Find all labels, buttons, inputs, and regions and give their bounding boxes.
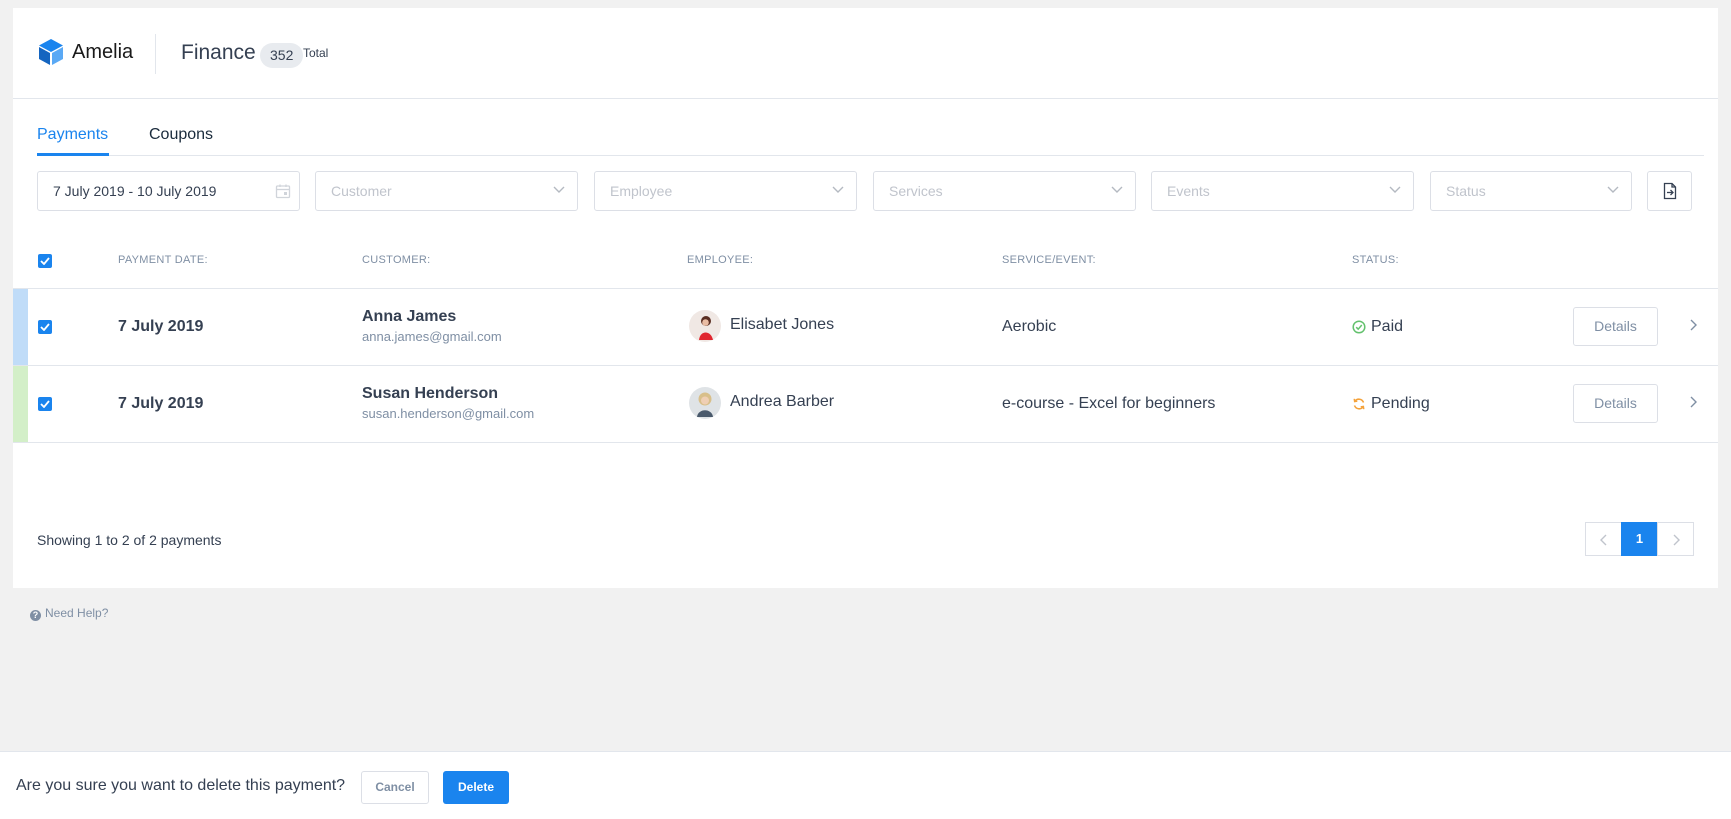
employee-select-placeholder: Employee (610, 183, 673, 199)
row-color-marker (13, 289, 28, 365)
chevron-right-icon (1673, 534, 1680, 546)
chevron-right-icon[interactable] (1689, 396, 1697, 408)
employee-name: Elisabet Jones (730, 316, 835, 333)
chevron-left-icon (1600, 534, 1607, 546)
amelia-logo-icon (39, 39, 63, 65)
employee-select[interactable]: Employee (594, 171, 857, 211)
export-file-icon (1663, 182, 1677, 200)
checkmark-icon (40, 400, 50, 408)
status-label: Pending (1371, 395, 1430, 412)
table-row[interactable]: 7 July 2019 Susan Henderson susan.hender… (13, 365, 1718, 442)
status-label: Paid (1371, 318, 1404, 335)
page-button-current[interactable]: 1 (1621, 522, 1658, 556)
column-header-service-event[interactable]: SERVICE/EVENT: (1002, 254, 1096, 266)
events-select[interactable]: Events (1151, 171, 1414, 211)
services-select[interactable]: Services (873, 171, 1136, 211)
active-tab-underline (37, 153, 109, 156)
delete-confirmation-bar: Are you sure you want to delete this pay… (0, 751, 1731, 819)
date-range-picker[interactable]: 7 July 2019 - 10 July 2019 (37, 171, 300, 211)
column-header-status[interactable]: STATUS: (1352, 254, 1399, 266)
status-select[interactable]: Status (1430, 171, 1632, 211)
status-select-placeholder: Status (1446, 183, 1486, 199)
total-count-label: Total (303, 46, 329, 60)
customer-select-placeholder: Customer (331, 183, 392, 199)
service-name: e-course - Excel for beginners (1002, 395, 1216, 412)
need-help-label: Need Help? (45, 606, 109, 620)
pending-sync-icon (1353, 398, 1365, 410)
payment-date: 7 July 2019 (118, 318, 204, 335)
table-row[interactable]: 7 July 2019 Anna James anna.james@gmail.… (13, 288, 1718, 365)
tab-coupons[interactable]: Coupons (149, 126, 213, 144)
column-header-employee[interactable]: EMPLOYEE: (687, 254, 753, 266)
page-header: Amelia Finance 352 Total (13, 8, 1718, 99)
employee-avatar (689, 387, 721, 419)
row-checkbox[interactable] (38, 320, 52, 334)
details-button[interactable]: Details (1573, 384, 1658, 423)
checkmark-icon (40, 323, 50, 331)
customer-email: anna.james@gmail.com (362, 329, 502, 344)
events-select-placeholder: Events (1167, 183, 1210, 199)
chevron-down-icon (1111, 186, 1123, 193)
page-title: Finance (181, 41, 256, 64)
row-color-marker (13, 366, 28, 442)
select-all-checkbox[interactable] (38, 254, 52, 268)
chevron-down-icon (1389, 186, 1401, 193)
paid-check-icon (1352, 320, 1366, 334)
date-range-value: 7 July 2019 - 10 July 2019 (53, 183, 217, 199)
question-circle-icon: ? (30, 610, 41, 621)
finance-panel: Amelia Finance 352 Total Payments Coupon… (13, 8, 1718, 588)
delete-button[interactable]: Delete (443, 771, 509, 804)
employee-name: Andrea Barber (730, 393, 835, 410)
confirm-message: Are you sure you want to delete this pay… (16, 777, 346, 794)
checkmark-icon (40, 257, 50, 265)
pagination-summary: Showing 1 to 2 of 2 payments (37, 532, 222, 548)
tab-payments[interactable]: Payments (37, 126, 108, 144)
chevron-down-icon (832, 186, 844, 193)
employee-avatar (689, 310, 721, 342)
chevron-right-icon[interactable] (1689, 319, 1697, 331)
tab-bar: Payments Coupons (37, 112, 1704, 156)
chevron-down-icon (553, 186, 565, 193)
customer-name: Anna James (362, 308, 457, 325)
column-header-customer[interactable]: CUSTOMER: (362, 254, 431, 266)
column-header-payment-date[interactable]: PAYMENT DATE: (118, 254, 208, 266)
customer-name: Susan Henderson (362, 385, 499, 402)
customer-select[interactable]: Customer (315, 171, 578, 211)
next-page-button[interactable] (1657, 522, 1694, 556)
cancel-button[interactable]: Cancel (361, 771, 429, 804)
header-divider (155, 34, 156, 74)
calendar-icon (275, 184, 291, 199)
table-bottom-border (13, 442, 1718, 443)
payment-date: 7 July 2019 (118, 395, 204, 412)
service-name: Aerobic (1002, 318, 1057, 335)
logo-text: Amelia (72, 41, 134, 63)
total-count-badge: 352 (260, 43, 304, 68)
row-checkbox[interactable] (38, 397, 52, 411)
customer-email: susan.henderson@gmail.com (362, 406, 535, 421)
prev-page-button[interactable] (1585, 522, 1622, 556)
services-select-placeholder: Services (889, 183, 943, 199)
export-button[interactable] (1647, 171, 1692, 211)
details-button[interactable]: Details (1573, 307, 1658, 346)
need-help-link[interactable]: ? Need Help? (30, 606, 108, 621)
chevron-down-icon (1607, 186, 1619, 193)
